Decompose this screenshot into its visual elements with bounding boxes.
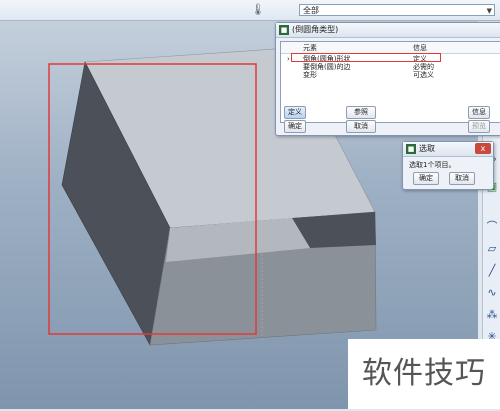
feature-collector-dialog[interactable]: ■ (倒圆角类型) 元素 信息 › 倒角(圆角)形状 定义 要倒角(圆)的边 必… bbox=[275, 22, 500, 136]
select-titlebar[interactable]: ■ 选取 x bbox=[403, 142, 493, 157]
confirm-button[interactable]: 确定 bbox=[284, 120, 306, 133]
filter-value: 全部 bbox=[303, 6, 319, 15]
preview-button[interactable]: 预览 bbox=[468, 120, 490, 133]
info-button[interactable]: 信息 bbox=[468, 106, 490, 119]
select-cancel-button[interactable]: 取消 bbox=[449, 172, 475, 185]
point-icon[interactable]: ⁂ bbox=[485, 308, 499, 322]
define-button[interactable]: 定义 bbox=[284, 106, 306, 119]
watermark: 软件技巧 bbox=[348, 339, 500, 409]
plane-icon[interactable]: ▱ bbox=[485, 242, 499, 256]
filter-dropdown[interactable]: 全部 ▼ bbox=[299, 4, 495, 16]
collector-title: (倒圆角类型) bbox=[292, 25, 339, 34]
select-message: 选取1个项目。 bbox=[409, 161, 456, 169]
row-info: 可选义 bbox=[413, 71, 434, 79]
row-arrow-icon: › bbox=[287, 55, 290, 63]
row-element: 要倒角(圆)的边 bbox=[303, 63, 351, 71]
table-row[interactable]: 变形 可选义 bbox=[281, 71, 500, 79]
element-table: 元素 信息 › 倒角(圆角)形状 定义 要倒角(圆)的边 必需的 变形 可选义 bbox=[280, 41, 500, 123]
collector-titlebar[interactable]: ■ (倒圆角类型) bbox=[276, 23, 500, 38]
arc-icon[interactable]: ⌒ bbox=[485, 220, 499, 234]
cancel-button[interactable]: 取消 bbox=[346, 120, 376, 133]
column-header-info: 信息 bbox=[413, 44, 427, 52]
pro-e-icon: ■ bbox=[279, 25, 289, 35]
pro-e-icon: ■ bbox=[406, 144, 416, 154]
close-button[interactable]: x bbox=[475, 143, 491, 154]
row-highlight bbox=[291, 53, 441, 62]
select-confirm-button[interactable]: 确定 bbox=[413, 172, 439, 185]
column-header-element: 元素 bbox=[303, 44, 317, 52]
row-element: 变形 bbox=[303, 71, 317, 79]
row-info: 必需的 bbox=[413, 63, 434, 71]
select-title: 选取 bbox=[419, 144, 435, 153]
reference-button[interactable]: 参照 bbox=[346, 106, 376, 119]
thermometer-icon[interactable]: 🌡 bbox=[250, 3, 266, 17]
chevron-down-icon: ▼ bbox=[486, 7, 492, 15]
select-dialog[interactable]: ■ 选取 x 选取1个项目。 确定 取消 bbox=[402, 141, 494, 190]
table-row[interactable]: 要倒角(圆)的边 必需的 bbox=[281, 63, 500, 71]
top-toolbar: 🌡 全部 ▼ bbox=[0, 0, 500, 21]
line-icon[interactable]: ╱ bbox=[485, 264, 499, 278]
curve-icon[interactable]: ∿ bbox=[485, 286, 499, 300]
